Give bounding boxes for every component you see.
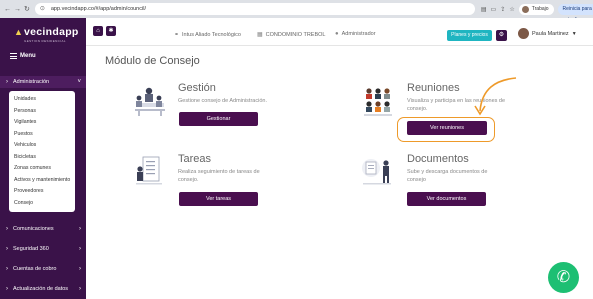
sidebar-item-seguridad[interactable]: › Seguridad 360 › [0, 243, 86, 255]
card-desc-line: Sube y descarga documentos de [407, 169, 488, 175]
documents-illustration [362, 159, 391, 185]
share-icon[interactable]: ⇪ [500, 6, 505, 13]
caret-down-icon: ▼ [571, 30, 577, 37]
home-button[interactable]: ⌂ [93, 26, 103, 36]
plans-button[interactable]: Planes y precios [447, 30, 492, 41]
card-desc-tareas: Realiza seguimiento de tareas de consejo… [178, 169, 260, 184]
orange-arrow-icon [474, 77, 517, 116]
submenu-item-bicicletas[interactable]: Bicicletas [9, 152, 75, 164]
user-icon: ● [335, 31, 339, 37]
logo-text: vecindapp [24, 26, 79, 38]
card-desc-gestion: Gestione consejo de Administración. [178, 98, 267, 106]
chevron-right-icon: › [79, 226, 81, 232]
sidebar-item-label: Comunicaciones [13, 226, 54, 232]
logo-icon: ▲ [14, 27, 24, 37]
handshake-icon: ⚭ [174, 32, 180, 38]
sidebar-item-comunicaciones[interactable]: › Comunicaciones › [0, 223, 86, 235]
chevron-right-icon: › [79, 246, 81, 252]
address-bar[interactable]: ⊙ app.vecindapp.co/#/app/admin/council/ [34, 3, 475, 15]
sidebar-item-label: Seguridad 360 [13, 246, 49, 252]
tasks-illustration [136, 156, 162, 185]
card-desc-line: consejo [407, 176, 426, 183]
phone-icon: ✆ [556, 269, 571, 286]
profile-label: Trabajo [531, 5, 549, 12]
submenu-item-unidades[interactable]: Unidades [9, 94, 75, 106]
chevron-right-icon: › [6, 286, 8, 292]
menu-label: Menu [20, 53, 36, 59]
ally-label: Intus Aliado Tecnológico [182, 31, 241, 38]
browser-toolbar: ← → ↻ ⊙ app.vecindapp.co/#/app/admin/cou… [0, 0, 593, 23]
building-icon: ▦ [257, 32, 263, 38]
view-tasks-button[interactable]: Ver tareas [179, 192, 258, 206]
sidebar-item-label: Administración [13, 79, 50, 85]
card-title-tareas: Tareas [178, 153, 212, 165]
chevron-right-icon: › [6, 226, 8, 232]
building-info: ▦ CONDOMINIO TREBOL [257, 31, 326, 39]
menu-toggle[interactable]: Menu [10, 53, 36, 59]
building-label: CONDOMINIO TREBOL [265, 31, 326, 38]
profile-avatar [521, 5, 529, 13]
highlight-outline [397, 117, 495, 142]
user-name: Paula Martinez [532, 30, 569, 37]
whatsapp-button[interactable]: ✆ [548, 262, 579, 293]
chevron-right-icon: › [79, 286, 81, 292]
chevron-right-icon: › [6, 246, 8, 252]
card-title-reuniones: Reuniones [407, 82, 460, 94]
meetings-illustration [364, 88, 392, 116]
sidebar-item-administracion[interactable]: › Administración ˅ [0, 76, 86, 88]
manage-button[interactable]: Gestionar [179, 112, 258, 126]
chevron-right-icon: › [6, 79, 8, 85]
avatar [518, 28, 529, 39]
chevron-right-icon: › [6, 266, 8, 272]
page-title: Módulo de Consejo [105, 55, 200, 67]
hamburger-icon [10, 53, 17, 59]
config-button[interactable]: ⚙ [496, 30, 507, 41]
submenu-item-personas[interactable]: Personas [9, 106, 75, 118]
sidebar-item-actualizacion[interactable]: › Actualización de datos › [0, 283, 86, 295]
submenu-item-vigilantes[interactable]: Vigilantes [9, 117, 75, 129]
submenu-item-consejo[interactable]: Consejo [9, 198, 75, 210]
chevron-down-icon: ˅ [77, 79, 81, 85]
gears-icon: ⚙ [498, 32, 505, 38]
cast-icon[interactable]: ▭ [491, 6, 497, 13]
card-title-documentos: Documentos [407, 153, 469, 165]
ally-info: ⚭ Intus Aliado Tecnológico [174, 31, 241, 39]
logo-subtitle: GESTION RESIDENCIAL [24, 39, 66, 43]
update-button[interactable]: Reinicia para actualizar [557, 3, 593, 23]
settings-button[interactable]: ✱ [106, 26, 116, 36]
app-logo[interactable]: ▲vecindapp [14, 26, 79, 38]
submenu-item-proveedores[interactable]: Proveedores [9, 186, 75, 198]
site-info-icon[interactable]: ⊙ [40, 3, 45, 15]
user-menu[interactable]: Paula Martinez ▼ [518, 28, 577, 39]
card-desc-documentos: Sube y descarga documentos de consejo [407, 169, 487, 184]
app-header: ⌂ ✱ ⚭ Intus Aliado Tecnológico ▦ CONDOMI… [86, 18, 593, 46]
sidebar-item-label: Actualización de datos [13, 286, 69, 292]
submenu-item-puestos[interactable]: Puestos [9, 129, 75, 141]
view-documents-button[interactable]: Ver documentos [407, 192, 486, 206]
settings-icon: ✱ [108, 28, 114, 34]
submenu-item-vehiculos[interactable]: Vehiculos [9, 140, 75, 152]
sidebar-item-cuentas[interactable]: › Cuentas de cobro › [0, 263, 86, 275]
forward-icon[interactable]: → [14, 5, 21, 14]
home-icon: ⌂ [96, 28, 100, 34]
role-label: Administrador [341, 31, 376, 37]
translate-icon[interactable]: ▤ [481, 6, 487, 13]
admin-submenu: Unidades Personas Vigilantes Puestos Veh… [9, 91, 75, 212]
submenu-item-zonas-comunes[interactable]: Zonas comunes [9, 163, 75, 175]
reload-icon[interactable]: ↻ [24, 5, 30, 14]
url-text: app.vecindapp.co/#/app/admin/council/ [50, 6, 146, 12]
role-info: ● Administrador [335, 31, 376, 37]
bookmark-star-icon[interactable]: ☆ [509, 6, 514, 13]
management-illustration [135, 87, 165, 116]
card-title-gestion: Gestión [178, 82, 216, 94]
chevron-right-icon: › [79, 266, 81, 272]
card-desc-line: Gestione consejo de Administración. [178, 98, 267, 104]
card-desc-line: consejo. [178, 176, 199, 183]
back-icon[interactable]: ← [4, 5, 11, 14]
sidebar-item-label: Cuentas de cobro [13, 266, 57, 272]
profile-button[interactable]: Trabajo [518, 3, 554, 15]
card-desc-line: Realiza seguimiento de tareas de [178, 169, 260, 175]
submenu-item-activos[interactable]: Activos y mantenimiento [9, 175, 75, 187]
